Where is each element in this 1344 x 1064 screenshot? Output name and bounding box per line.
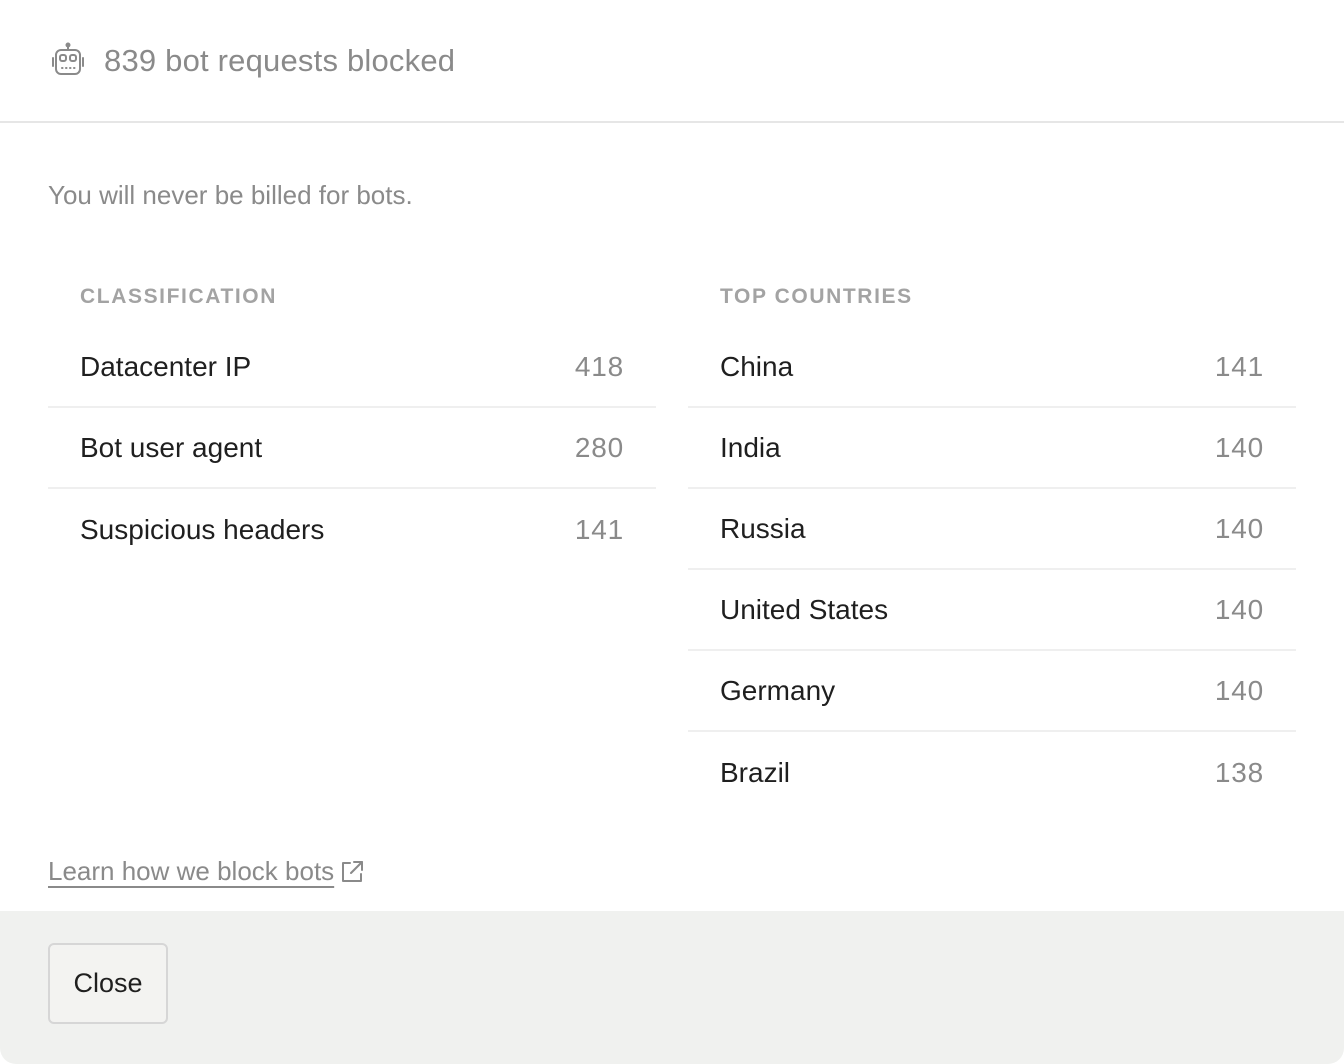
row-value: 140 <box>1214 593 1264 625</box>
row-value: 141 <box>574 513 624 545</box>
country-row: Brazil 138 <box>688 732 1296 813</box>
row-label: Suspicious headers <box>80 513 325 545</box>
stats-columns: CLASSIFICATION Datacenter IP 418 Bot use… <box>48 281 1296 813</box>
countries-header: TOP COUNTRIES <box>720 285 913 308</box>
countries-column: TOP COUNTRIES China 141 India 140 Russia… <box>688 281 1296 813</box>
row-label: Datacenter IP <box>80 350 252 382</box>
dialog-title: 839 bot requests blocked <box>104 42 456 78</box>
dialog-header: 839 bot requests blocked <box>0 0 1344 123</box>
row-value: 140 <box>1214 512 1264 544</box>
row-label: Russia <box>720 512 806 544</box>
country-row: China 141 <box>688 327 1296 408</box>
country-row: United States 140 <box>688 570 1296 651</box>
learn-how-we-block-bots-link[interactable]: Learn how we block bots <box>48 856 366 887</box>
row-value: 418 <box>574 350 624 382</box>
row-label: India <box>720 431 781 463</box>
classification-row: Datacenter IP 418 <box>48 327 656 408</box>
classification-header: CLASSIFICATION <box>80 285 278 308</box>
row-label: Germany <box>720 674 836 706</box>
learn-link-label: Learn how we block bots <box>48 856 335 886</box>
dialog-body: You will never be billed for bots. CLASS… <box>0 123 1344 813</box>
country-row: Germany 140 <box>688 651 1296 732</box>
country-row: Russia 140 <box>688 489 1296 570</box>
classification-row: Suspicious headers 141 <box>48 489 656 570</box>
row-value: 138 <box>1214 756 1264 788</box>
bot-requests-dialog: 839 bot requests blocked You will never … <box>0 0 1344 1064</box>
robot-icon <box>48 41 88 81</box>
external-link-icon <box>338 858 366 886</box>
row-value: 140 <box>1214 431 1264 463</box>
row-label: Brazil <box>720 756 791 788</box>
row-label: Bot user agent <box>80 431 263 463</box>
classification-row: Bot user agent 280 <box>48 408 656 489</box>
row-value: 141 <box>1214 350 1264 382</box>
row-value: 280 <box>574 431 624 463</box>
country-row: India 140 <box>688 408 1296 489</box>
row-value: 140 <box>1214 674 1264 706</box>
billing-note: You will never be billed for bots. <box>48 180 413 210</box>
row-label: China <box>720 350 794 382</box>
close-button[interactable]: Close <box>48 943 168 1024</box>
dialog-footer: Close <box>0 911 1344 1064</box>
row-label: United States <box>720 593 889 625</box>
classification-column: CLASSIFICATION Datacenter IP 418 Bot use… <box>48 281 656 813</box>
